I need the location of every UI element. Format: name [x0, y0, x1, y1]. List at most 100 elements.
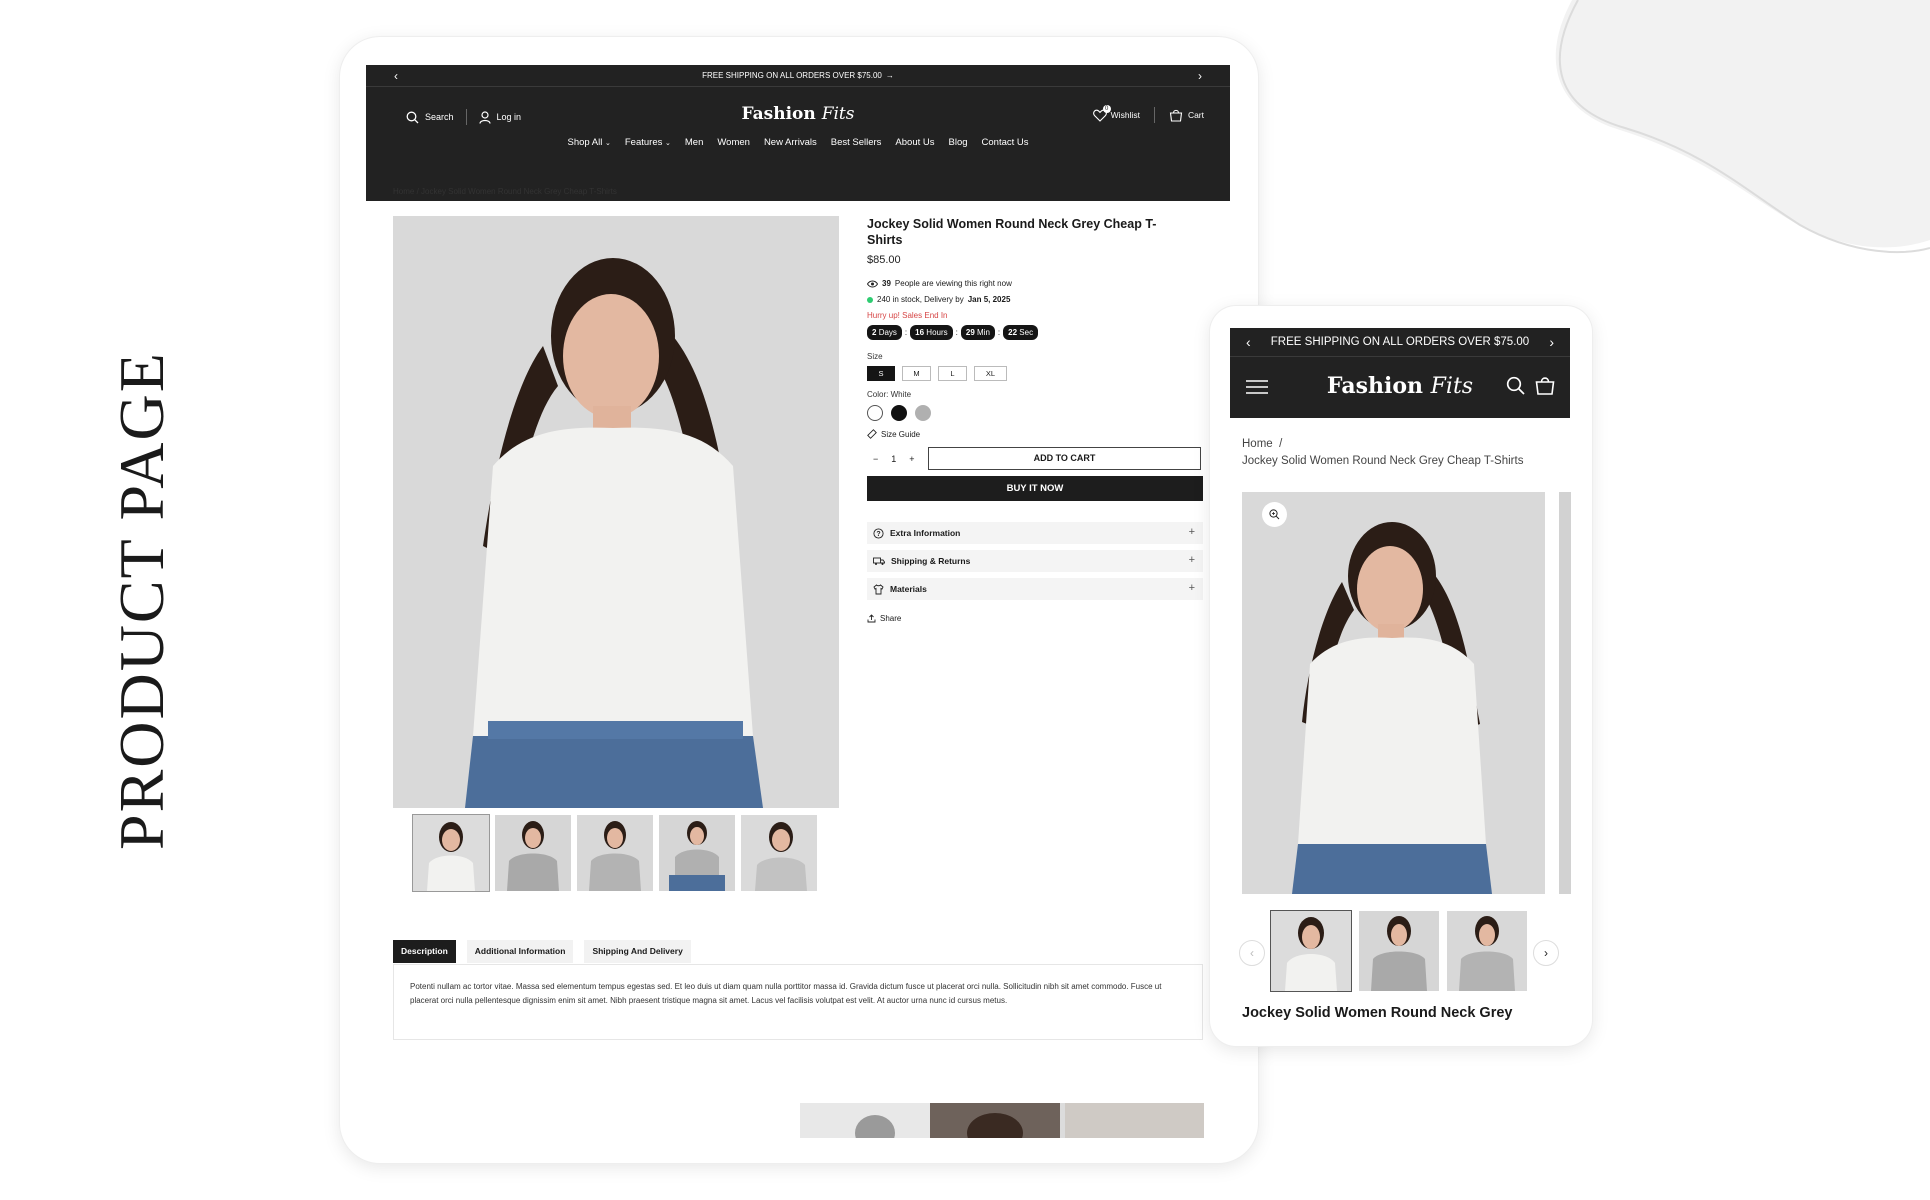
qty-decrease-button[interactable]: − — [873, 454, 878, 464]
size-guide-link[interactable]: Size Guide — [867, 429, 1207, 439]
share-icon — [867, 614, 876, 623]
wishlist-label: Wishlist — [1110, 110, 1140, 120]
next-image-peek — [1559, 492, 1571, 894]
logo-italic: Fits — [821, 104, 855, 124]
plus-icon: + — [1188, 582, 1195, 594]
cart-link[interactable]: Cart — [1169, 109, 1204, 122]
breadcrumb-sep: / — [416, 187, 419, 196]
qty-value[interactable]: 1 — [891, 454, 896, 464]
timer-value: 16 — [915, 328, 925, 337]
mobile-thumbnail-2[interactable] — [1359, 911, 1439, 991]
arrow-right-icon: → — [885, 71, 894, 80]
shirt-icon — [873, 583, 884, 595]
color-swatch-white[interactable] — [867, 405, 883, 421]
zoom-button[interactable] — [1262, 502, 1287, 527]
product-title: Jockey Solid Women Round Neck Grey Cheap… — [867, 217, 1157, 247]
thumbnail-photo — [577, 815, 653, 891]
breadcrumb-home[interactable]: Home — [393, 187, 414, 196]
viewers-notice: 39 People are viewing this right now — [867, 279, 1207, 288]
add-to-cart-button[interactable]: ADD TO CART — [928, 447, 1201, 470]
qty-increase-button[interactable]: + — [909, 454, 914, 464]
related-banner-image — [800, 1103, 1204, 1138]
viewers-text: People are viewing this right now — [894, 279, 1012, 288]
search-icon[interactable] — [1506, 376, 1525, 395]
svg-text:?: ? — [876, 531, 880, 538]
thumbnail-photo — [413, 815, 489, 891]
timer-minutes: 29 Min — [960, 325, 995, 340]
timer-unit: Hours — [926, 328, 948, 337]
mobile-breadcrumb-home-row: Home / — [1242, 438, 1282, 450]
chevron-right-icon: › — [1544, 946, 1548, 960]
timer-value: 2 — [872, 328, 877, 337]
timer-sep: : — [904, 328, 908, 337]
description-panel: Potenti nullam ac tortor vitae. Massa se… — [393, 964, 1203, 1040]
thumbnail-photo — [741, 815, 817, 891]
mobile-product-image[interactable] — [1242, 492, 1545, 894]
announcement-bar: ‹ FREE SHIPPING ON ALL ORDERS OVER $75.0… — [366, 65, 1230, 87]
thumbnail-photo — [495, 815, 571, 891]
zoom-in-icon — [1269, 509, 1280, 520]
wishlist-link[interactable]: 0 Wishlist — [1092, 104, 1140, 122]
color-options — [867, 405, 1207, 421]
showcase-canvas: PRODUCT PAGE ‹ FREE SHIPPING ON ALL ORDE… — [0, 0, 1930, 1200]
thumbnail-4[interactable] — [659, 815, 735, 891]
tab-shipping-and-delivery[interactable]: Shipping And Delivery — [584, 940, 691, 963]
side-title: PRODUCT PAGE — [106, 351, 177, 850]
share-button[interactable]: Share — [867, 614, 1207, 623]
breadcrumb-home[interactable]: Home — [1242, 438, 1273, 450]
carousel-prev-button[interactable]: ‹ — [1239, 940, 1265, 966]
buy-now-button[interactable]: BUY IT NOW — [867, 476, 1203, 501]
size-label: Size — [867, 352, 883, 361]
announcement-text[interactable]: FREE SHIPPING ON ALL ORDERS OVER $75.00 — [702, 71, 882, 80]
plus-icon: + — [1188, 554, 1195, 566]
thumbnail-1[interactable] — [412, 814, 490, 892]
mobile-header: ‹ FREE SHIPPING ON ALL ORDERS OVER $75.0… — [1230, 328, 1570, 418]
mobile-announcement-bar: ‹ FREE SHIPPING ON ALL ORDERS OVER $75.0… — [1230, 328, 1570, 357]
thumbnail-3[interactable] — [577, 815, 653, 891]
timer-sep: : — [997, 328, 1001, 337]
add-to-cart-row: − 1 + ADD TO CART — [867, 447, 1207, 470]
size-option-s[interactable]: S — [867, 366, 895, 381]
carousel-next-button[interactable]: › — [1533, 940, 1559, 966]
product-info: Jockey Solid Women Round Neck Grey Cheap… — [867, 216, 1207, 623]
product-main-image[interactable] — [393, 216, 839, 808]
banner-photo — [800, 1103, 1204, 1138]
cart-label: Cart — [1187, 110, 1204, 120]
site-header: ‹ FREE SHIPPING ON ALL ORDERS OVER $75.0… — [366, 65, 1230, 201]
stock-text: 240 in stock, Delivery by — [877, 295, 964, 304]
chevron-right-icon[interactable]: › — [1549, 334, 1554, 350]
timer-unit: Days — [878, 328, 897, 337]
accordion-materials[interactable]: Materials + — [867, 578, 1203, 600]
accordion-label: Shipping & Returns — [891, 556, 971, 566]
color-swatch-grey[interactable] — [915, 405, 931, 421]
color-swatch-black[interactable] — [891, 405, 907, 421]
logo-italic: Fits — [1430, 374, 1474, 399]
size-option-xl[interactable]: XL — [974, 366, 1007, 381]
tab-additional-information[interactable]: Additional Information — [466, 940, 574, 963]
mobile-breadcrumb-current: Jockey Solid Women Round Neck Grey Cheap… — [1242, 455, 1524, 467]
mobile-announcement-text[interactable]: FREE SHIPPING ON ALL ORDERS OVER $75.00 — [1271, 336, 1529, 348]
chevron-left-icon[interactable]: ‹ — [394, 69, 398, 83]
chevron-right-icon[interactable]: › — [1198, 69, 1202, 83]
chevron-left-icon[interactable]: ‹ — [1246, 334, 1251, 350]
breadcrumb: Home / Jockey Solid Women Round Neck Gre… — [393, 187, 617, 196]
eye-icon — [867, 280, 878, 287]
product-photo — [1242, 492, 1545, 894]
wishlist-count-badge: 0 — [1102, 104, 1111, 113]
mobile-thumbnail-3[interactable] — [1447, 911, 1527, 991]
mobile-thumbnail-1[interactable] — [1270, 910, 1352, 992]
tab-description[interactable]: Description — [393, 940, 456, 963]
size-guide-label: Size Guide — [881, 429, 921, 439]
breadcrumb-current: Jockey Solid Women Round Neck Grey Cheap… — [421, 187, 617, 196]
accordion-extra-information[interactable]: ? Extra Information + — [867, 522, 1203, 544]
thumbnail-2[interactable] — [495, 815, 571, 891]
shopping-bag-icon[interactable] — [1535, 376, 1555, 395]
logo-main: Fashion — [741, 104, 816, 124]
thumbnail-5[interactable] — [741, 815, 817, 891]
truck-icon — [873, 556, 885, 566]
accordion-shipping-returns[interactable]: Shipping & Returns + — [867, 550, 1203, 572]
timer-seconds: 22 Sec — [1003, 325, 1039, 340]
size-option-m[interactable]: M — [902, 366, 931, 381]
size-option-l[interactable]: L — [938, 366, 967, 381]
accordion-label: Extra Information — [890, 528, 961, 538]
